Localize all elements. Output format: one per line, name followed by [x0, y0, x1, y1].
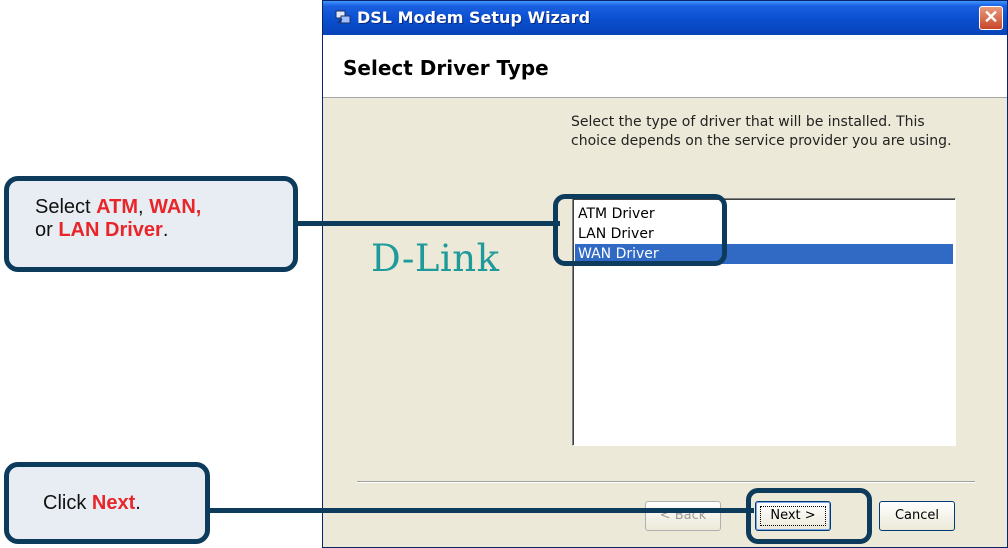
wizard-header: Select Driver Type: [323, 35, 1007, 98]
next-callout: Click Next.: [4, 462, 210, 544]
next-button-highlight: [746, 488, 872, 544]
callout-next-highlight: Next: [91, 492, 136, 514]
driver-callout: Select ATM, WAN, or LAN Driver.: [4, 176, 298, 272]
setup-wizard-window: DSL Modem Setup Wizard ✕ Select Driver T…: [322, 0, 1008, 548]
callout-text: Select: [35, 196, 97, 218]
dlink-logo: D-Link: [371, 237, 500, 280]
callout-text: .: [162, 219, 169, 241]
cancel-button[interactable]: Cancel: [879, 501, 955, 531]
callout-text: .: [135, 492, 141, 514]
next-callout-connector: [204, 508, 754, 513]
instruction-text: Select the type of driver that will be i…: [571, 114, 952, 149]
footer-divider: [357, 481, 975, 483]
callout-wan-highlight: WAN,: [149, 196, 202, 218]
callout-lan-highlight: LAN Driver: [58, 219, 163, 241]
close-icon: ✕: [983, 7, 999, 27]
wizard-app-icon: [335, 10, 351, 24]
callout-text: or: [35, 219, 59, 241]
cancel-button-label: Cancel: [894, 508, 940, 523]
callout-text: Click: [43, 492, 92, 514]
title-bar[interactable]: DSL Modem Setup Wizard ✕: [323, 1, 1007, 35]
driver-list-highlight: [553, 194, 727, 266]
back-button[interactable]: < Back: [645, 501, 721, 531]
callout-text: ,: [138, 196, 150, 218]
callout-atm-highlight: ATM: [96, 196, 138, 218]
driver-callout-connector: [292, 221, 560, 226]
close-button[interactable]: ✕: [979, 6, 1003, 30]
window-title: DSL Modem Setup Wizard: [357, 8, 591, 27]
page-title: Select Driver Type: [343, 56, 549, 80]
